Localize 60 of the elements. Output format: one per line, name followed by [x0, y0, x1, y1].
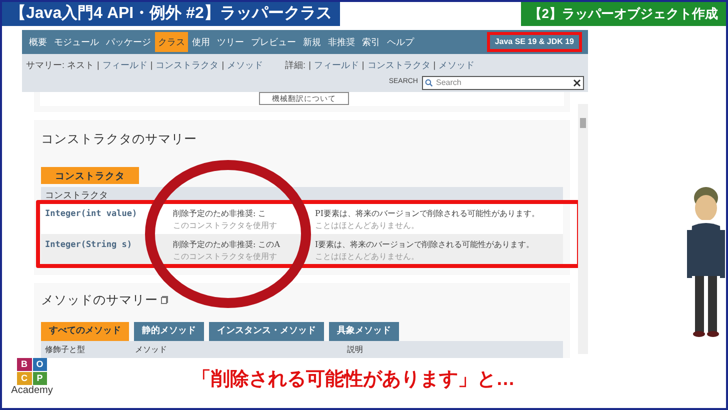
- nav-link[interactable]: クラス: [155, 32, 188, 52]
- separator: |: [433, 59, 436, 72]
- nav-link[interactable]: パッケージ: [103, 32, 154, 52]
- description-text: I要素は、将来のバージョンで削除される可能性があります。: [315, 238, 534, 251]
- subnav-label: サマリー: ネスト: [26, 59, 94, 72]
- separator: |: [308, 59, 311, 72]
- description-text: ことはほとんどありません。: [315, 250, 419, 263]
- logo-letter: C: [17, 372, 32, 385]
- description-text: このコンストラクタを使用す: [173, 220, 277, 230]
- step-banner: 【2】ラッパーオブジェクト作成: [520, 2, 726, 26]
- column-header: コンストラクタ: [45, 190, 108, 200]
- section-heading: メソッドのサマリー: [41, 292, 158, 309]
- nav-link[interactable]: 使用: [189, 32, 213, 52]
- separator: |: [97, 59, 100, 72]
- version-label: Java SE 19 & JDK 19: [486, 32, 582, 52]
- subnav-label: 詳細:: [285, 59, 306, 72]
- clear-icon[interactable]: [573, 78, 581, 86]
- subnav-link[interactable]: メソッド: [227, 59, 264, 72]
- caption: 「削除される可能性があります」と…: [192, 368, 515, 392]
- title-banner: 【Java入門4 API・例外 #2】ラッパークラス: [2, 2, 340, 26]
- description-text: 削除予定のため非推奨: このA: [173, 240, 280, 249]
- description-text: PI要素は、将来のバージョンで削除される可能性があります。: [315, 208, 540, 220]
- section-heading: コンストラクタのサマリー: [41, 131, 198, 148]
- constructor-link[interactable]: Integer(String s): [45, 238, 173, 265]
- logo-letter: P: [32, 372, 47, 385]
- search-field[interactable]: Search: [422, 76, 584, 90]
- constructor-link[interactable]: Integer(int value): [45, 208, 173, 234]
- subnav-link[interactable]: フィールド: [314, 59, 359, 72]
- nav-link[interactable]: 非推奨: [325, 32, 358, 52]
- method-tab[interactable]: すべてのメソッド: [41, 322, 129, 340]
- subnav-link[interactable]: フィールド: [102, 59, 148, 72]
- subnav-link[interactable]: メソッド: [438, 59, 475, 72]
- method-tab[interactable]: インスタンス・メソッド: [209, 322, 324, 340]
- column-header: メソッド: [135, 344, 168, 356]
- separator: |: [150, 59, 153, 72]
- nav-link[interactable]: 概要: [26, 32, 50, 52]
- summary-tab[interactable]: コンストラクタ: [41, 166, 139, 184]
- copy-icon[interactable]: [161, 296, 168, 304]
- scrollbar[interactable]: [578, 104, 588, 354]
- nav-link[interactable]: 索引: [359, 32, 383, 52]
- nav-link[interactable]: 新規: [300, 32, 324, 52]
- subnav-link[interactable]: コンストラクタ: [367, 59, 430, 72]
- column-header: 修飾子と型: [45, 344, 86, 356]
- subnav-link[interactable]: コンストラクタ: [156, 59, 219, 72]
- nav-link[interactable]: モジュール: [51, 32, 102, 52]
- search-icon: [425, 78, 433, 86]
- logo-letter: O: [32, 358, 47, 371]
- description-text: このコンストラクタを使用す: [173, 252, 277, 261]
- method-tab[interactable]: 静的メソッド: [134, 322, 204, 340]
- logo-letter: B: [17, 358, 32, 371]
- separator: |: [222, 59, 224, 72]
- nav-link[interactable]: プレビュー: [248, 32, 299, 52]
- method-tab[interactable]: 具象メソッド: [329, 322, 399, 340]
- separator: |: [362, 59, 364, 72]
- description-text: 削除予定のため非推奨: こ: [173, 208, 266, 218]
- description-text: ことはほとんどありません。: [315, 220, 419, 232]
- nav-link[interactable]: ヘルプ: [384, 32, 417, 52]
- logo-text: Academy: [11, 385, 53, 397]
- nav-link[interactable]: ツリー: [214, 32, 247, 52]
- column-header: 説明: [347, 344, 363, 356]
